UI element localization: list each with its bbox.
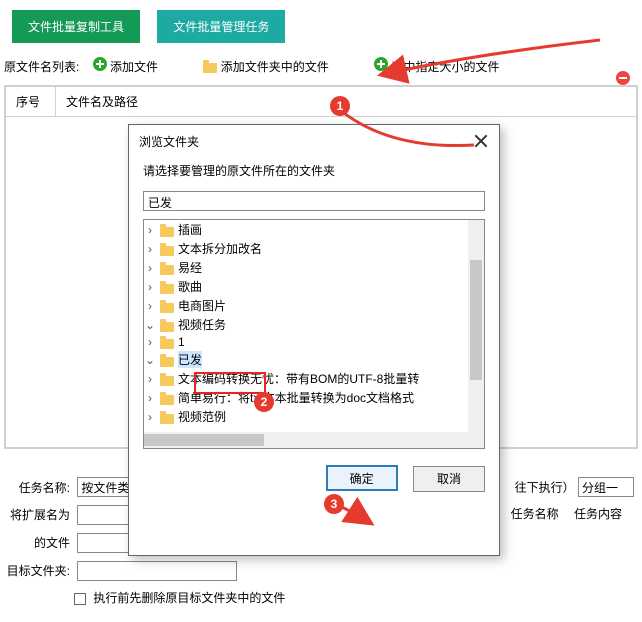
folder-icon: [160, 414, 174, 424]
add-file-label: 添加文件: [110, 60, 158, 74]
folder-icon: [160, 357, 174, 367]
tree-node[interactable]: › 视频范例: [144, 407, 484, 426]
keep-exec-text: 往下执行）: [515, 481, 575, 495]
col-no: 序号: [6, 87, 56, 116]
tree-node-label: 已发: [178, 351, 202, 368]
selected-path[interactable]: 已发: [143, 191, 485, 211]
select-by-size-button[interactable]: 选中指定大小的文件: [374, 57, 499, 75]
chevron-down-icon[interactable]: ⌄: [144, 318, 156, 332]
tree-node[interactable]: › 文本编码转换无忧：带有BOM的UTF-8批量转: [144, 369, 484, 388]
chevron-right-icon[interactable]: ›: [144, 223, 156, 237]
annotation-badge-1: 1: [330, 96, 350, 116]
folder-icon: [160, 376, 174, 386]
source-list-label: 原文件名列表:: [4, 58, 79, 75]
tree-node[interactable]: › 简单易行：将txt文本批量转换为doc文档格式: [144, 388, 484, 407]
delete-first-label: 执行前先删除原目标文件夹中的文件: [93, 591, 285, 605]
file-batch-copy-button[interactable]: 文件批量复制工具: [12, 10, 140, 43]
add-file-button[interactable]: 添加文件: [93, 57, 158, 75]
folder-icon: [160, 303, 174, 313]
minus-icon: [616, 71, 630, 85]
tree-node-label: 视频任务: [178, 316, 226, 333]
ext-label: 将扩展名为: [6, 506, 70, 523]
chevron-right-icon[interactable]: ›: [144, 372, 156, 386]
tree-node[interactable]: ⌄ 已发: [144, 350, 484, 369]
file-of-label: 的文件: [6, 534, 70, 551]
annotation-badge-3: 3: [324, 494, 344, 514]
browse-folder-dialog: 浏览文件夹 请选择要管理的原文件所在的文件夹 已发 › 插画 › 文本拆分加改名 › 易经…: [128, 124, 500, 556]
folder-icon: [160, 339, 174, 349]
chevron-right-icon[interactable]: ›: [144, 280, 156, 294]
tree-hscrollbar[interactable]: [144, 432, 468, 448]
tree-node-label: 插画: [178, 221, 202, 238]
chevron-right-icon[interactable]: ›: [144, 410, 156, 424]
tree-vscrollbar[interactable]: [468, 220, 484, 448]
chevron-right-icon[interactable]: ›: [144, 391, 156, 405]
tree-node-label: 文本拆分加改名: [178, 240, 262, 257]
close-button[interactable]: [473, 133, 489, 149]
target-folder-input[interactable]: [77, 561, 237, 581]
tree-node[interactable]: › 插画: [144, 220, 484, 239]
tree-node[interactable]: ›1: [144, 334, 484, 350]
add-folder-files-button[interactable]: 添加文件夹中的文件: [203, 58, 328, 75]
task-name-label: 任务名称:: [6, 479, 70, 496]
plus-icon: [374, 57, 388, 71]
ok-button[interactable]: 确定: [326, 465, 398, 491]
tree-node-label: 文本编码转换无忧：带有BOM的UTF-8批量转: [178, 370, 419, 387]
folder-icon: [160, 395, 174, 405]
tree-node-label: 易经: [178, 259, 202, 276]
chevron-right-icon[interactable]: ›: [144, 242, 156, 256]
tree-node[interactable]: › 电商图片: [144, 296, 484, 315]
folder-icon: [160, 284, 174, 294]
chevron-right-icon[interactable]: ›: [144, 335, 156, 349]
target-folder-label: 目标文件夹:: [6, 562, 70, 579]
folder-tree[interactable]: ›插画›文本拆分加改名›易经›歌曲›电商图片⌄视频任务›1⌄已发›文本编码转换无…: [143, 219, 485, 449]
group-input[interactable]: [578, 477, 634, 497]
tree-node-label: 视频范例: [178, 408, 226, 425]
chevron-right-icon[interactable]: ›: [144, 261, 156, 275]
annotation-badge-2: 2: [254, 392, 274, 412]
folder-icon: [160, 227, 174, 237]
tree-node-label: 电商图片: [178, 297, 226, 314]
select-by-size-label: 选中指定大小的文件: [391, 60, 499, 74]
tree-node-label: 歌曲: [178, 278, 202, 295]
dialog-title: 浏览文件夹: [139, 133, 199, 150]
folder-icon: [160, 246, 174, 256]
delete-first-checkbox[interactable]: [74, 593, 86, 605]
chevron-right-icon[interactable]: ›: [144, 299, 156, 313]
dialog-subtitle: 请选择要管理的原文件所在的文件夹: [129, 154, 499, 191]
tree-node[interactable]: › 歌曲: [144, 277, 484, 296]
task-name-col: 任务名称: [511, 505, 571, 522]
toolbar-right-item[interactable]: [616, 71, 630, 88]
add-folder-files-label: 添加文件夹中的文件: [221, 60, 329, 74]
chevron-down-icon[interactable]: ⌄: [144, 353, 156, 367]
tree-node[interactable]: › 文本拆分加改名: [144, 239, 484, 258]
tree-node[interactable]: ⌄ 视频任务: [144, 315, 484, 334]
tree-node-label: 1: [178, 335, 185, 349]
folder-icon: [203, 63, 217, 73]
file-batch-manage-button[interactable]: 文件批量管理任务: [157, 10, 285, 43]
task-content-col: 任务内容: [574, 505, 634, 522]
plus-icon: [93, 57, 107, 71]
tree-node-label: 简单易行：将txt文本批量转换为doc文档格式: [178, 389, 414, 406]
file-list-header: 序号 文件名及路径: [6, 87, 636, 117]
tree-node[interactable]: › 易经: [144, 258, 484, 277]
folder-icon: [160, 322, 174, 332]
folder-icon: [160, 265, 174, 275]
task-name-input[interactable]: [77, 477, 135, 497]
cancel-button[interactable]: 取消: [413, 466, 485, 492]
